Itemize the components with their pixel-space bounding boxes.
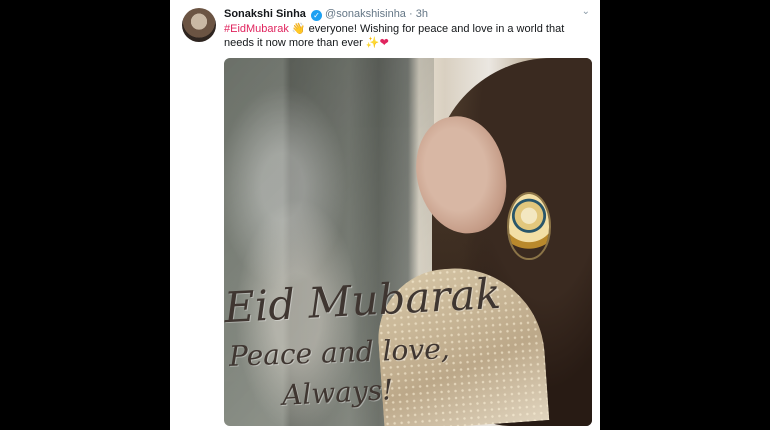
- heart-icon: ❤: [379, 37, 389, 49]
- verified-badge-icon: ✓: [310, 10, 322, 21]
- overlay-signoff: Always!: [281, 373, 395, 412]
- tweet-timestamp[interactable]: 3h: [416, 8, 428, 20]
- tweet-image[interactable]: Eid Mubarak Peace and love, Always!: [224, 58, 592, 426]
- author-avatar[interactable]: [182, 8, 216, 42]
- waving-hand-icon: 👋: [291, 23, 306, 35]
- separator-dot: ·: [409, 8, 413, 20]
- earring-icon: [509, 194, 549, 258]
- author-display-name[interactable]: Sonakshi Sinha: [224, 8, 306, 20]
- tweet-header: Sonakshi Sinha ✓ @sonakshisinha · 3h: [224, 7, 584, 21]
- tweet-text: #EidMubarak 👋 everyone! Wishing for peac…: [224, 22, 589, 50]
- chevron-down-icon[interactable]: ⌄: [582, 6, 590, 17]
- sparkles-icon: ✨: [365, 37, 380, 49]
- hashtag-link[interactable]: #EidMubarak: [224, 23, 289, 35]
- tweet-card: Sonakshi Sinha ✓ @sonakshisinha · 3h ⌄ #…: [170, 0, 600, 430]
- author-handle[interactable]: @sonakshisinha: [325, 8, 406, 20]
